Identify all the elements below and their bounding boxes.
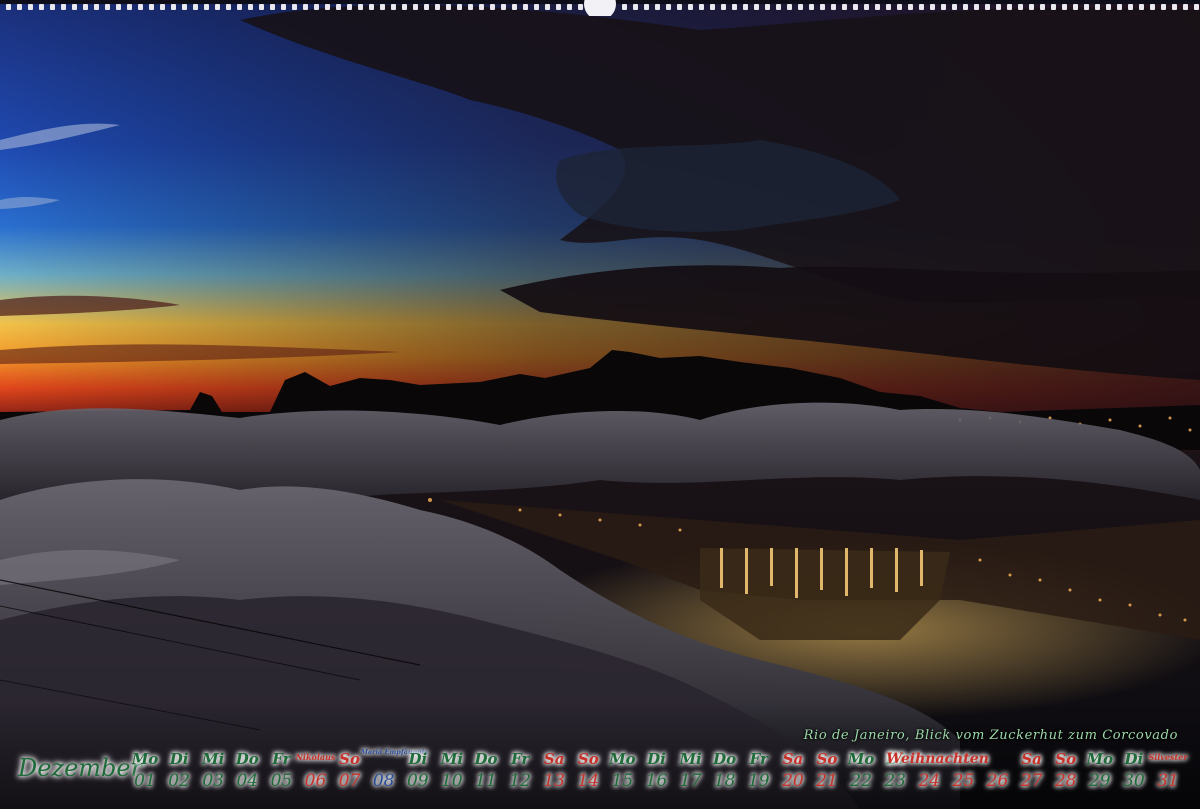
calendar-page: Rio de Janeiro, Blick vom Zuckerhut zum … xyxy=(0,0,1200,809)
photo-caption: Rio de Janeiro, Blick vom Zuckerhut zum … xyxy=(803,728,1178,743)
rio-night-photo xyxy=(0,0,1200,809)
spiral-binding xyxy=(0,0,1200,16)
day-name: Silvester xyxy=(1148,752,1188,762)
day-cell: Silvester 31 xyxy=(1148,748,1187,794)
day-number: 31 xyxy=(1157,771,1179,791)
calendar-days-row: Mo 01 Di 02 Mi 03 Do 04 Fr 05 Nikolaus 06 So 07 Mariä … xyxy=(128,748,1188,794)
